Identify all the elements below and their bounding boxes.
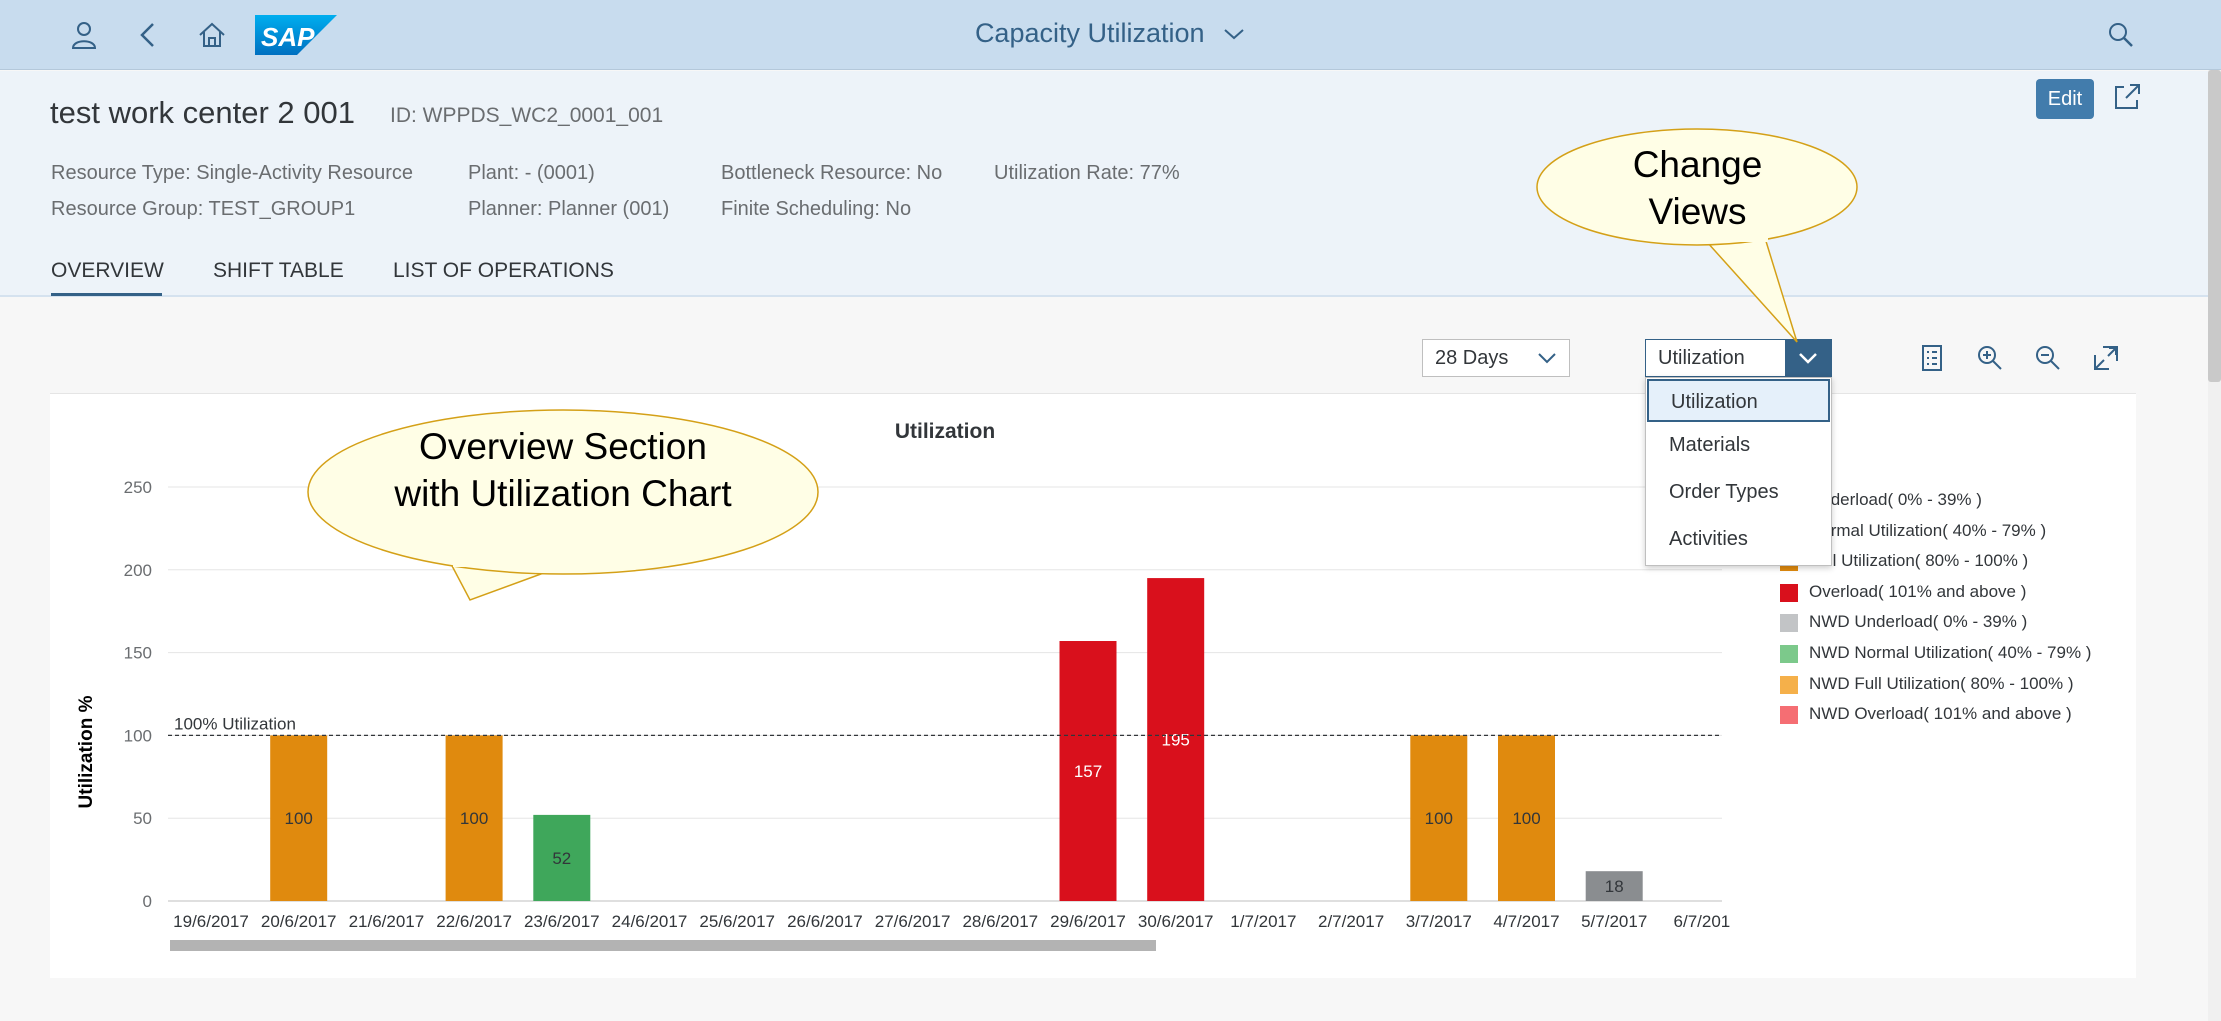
bar-value-label: 100: [1425, 809, 1453, 828]
chevron-down-icon[interactable]: [1222, 26, 1246, 42]
x-tick-label: 1/7/2017: [1230, 912, 1296, 931]
bar-value-label: 18: [1605, 877, 1624, 896]
edit-button[interactable]: Edit: [2036, 79, 2094, 119]
tab-overview[interactable]: OVERVIEW: [51, 259, 164, 283]
page-scrollbar-thumb[interactable]: [2208, 70, 2221, 382]
x-tick-label: 25/6/2017: [699, 912, 775, 931]
bar-value-label: 100: [460, 809, 488, 828]
days-select[interactable]: 28 Days: [1422, 339, 1570, 377]
x-tick-label: 21/6/2017: [349, 912, 425, 931]
chart-scrollbar[interactable]: [170, 940, 1156, 951]
chevron-down-icon: [1538, 353, 1556, 364]
chevron-down-icon[interactable]: [1785, 340, 1831, 376]
y-tick-label: 200: [124, 561, 152, 580]
x-tick-label: 2/7/2017: [1318, 912, 1384, 931]
attr-planner: Planner: Planner (001): [468, 198, 670, 220]
bar-value-label: 100: [1512, 809, 1540, 828]
view-dropdown: Utilization Materials Order Types Activi…: [1645, 377, 1832, 566]
bar-value-label: 157: [1074, 762, 1102, 781]
tab-underline: [51, 293, 162, 296]
y-tick-label: 50: [133, 809, 152, 828]
legend-swatch: [1780, 675, 1798, 694]
home-icon[interactable]: [191, 14, 233, 56]
legend-swatch: [1780, 583, 1798, 602]
attr-resource-type: Resource Type: Single-Activity Resource: [51, 162, 414, 184]
y-axis-label: Utilization %: [76, 695, 97, 808]
y-tick-label: 0: [143, 892, 152, 911]
legend-label: NWD Underload( 0% - 39% ): [1809, 612, 2028, 632]
legend-label: NWD Normal Utilization( 40% - 79% ): [1809, 643, 2092, 662]
x-tick-label: 28/6/2017: [962, 912, 1038, 931]
svg-text:SAP: SAP: [261, 22, 315, 52]
days-select-value: 28 Days: [1435, 347, 1509, 369]
legend-label: NWD Full Utilization( 80% - 100% ): [1809, 673, 2074, 693]
legend-label: Normal Utilization( 40% - 79% ): [1809, 520, 2047, 540]
x-tick-label: 5/7/2017: [1581, 912, 1647, 931]
zoom-out-icon[interactable]: [2030, 340, 2066, 376]
x-tick-label: 22/6/2017: [436, 912, 512, 931]
attr-utilization-rate: Utilization Rate: 77%: [994, 162, 1180, 184]
shell-bar: SAP Capacity Utilization: [0, 0, 2221, 70]
x-tick-label: 4/7/2017: [1493, 912, 1559, 931]
legend-swatch: [1780, 614, 1798, 633]
callout-change-views-text: Change Views: [1632, 144, 1763, 233]
tab-shift-table[interactable]: SHIFT TABLE: [213, 259, 344, 283]
sap-logo: SAP: [255, 15, 337, 55]
x-tick-label: 29/6/2017: [1050, 912, 1126, 931]
dropdown-item-utilization[interactable]: Utilization: [1647, 379, 1830, 422]
object-id: ID: WPPDS_WC2_0001_001: [390, 104, 664, 127]
x-tick-label: 23/6/2017: [524, 912, 600, 931]
legend-label: Overload( 101% and above ): [1809, 581, 2027, 601]
dropdown-item-materials[interactable]: Materials: [1647, 424, 1830, 467]
x-tick-label: 20/6/2017: [261, 912, 337, 931]
attr-bottleneck: Bottleneck Resource: No: [721, 162, 943, 184]
y-tick-label: 100: [124, 726, 152, 745]
attr-resource-group: Resource Group: TEST_GROUP1: [51, 198, 356, 220]
x-tick-label: 26/6/2017: [787, 912, 863, 931]
zoom-in-icon[interactable]: [1972, 340, 2008, 376]
legend-label: NWD Overload( 101% and above ): [1809, 704, 2072, 724]
attr-plant: Plant: - (0001): [468, 162, 595, 184]
dropdown-item-activities[interactable]: Activities: [1647, 518, 1830, 561]
x-tick-label: 19/6/2017: [173, 912, 249, 931]
legend-icon[interactable]: [1914, 340, 1950, 376]
bar-value-label: 195: [1162, 731, 1190, 750]
user-icon[interactable]: [63, 14, 105, 56]
y-tick-label: 150: [124, 644, 152, 663]
app-title[interactable]: Capacity Utilization: [975, 18, 1205, 48]
callout-overview-text: Overview Section with Utilization Chart: [394, 426, 732, 515]
view-select[interactable]: Utilization: [1645, 339, 1832, 377]
bar-value-label: 52: [552, 849, 571, 868]
legend-label: Full Utilization( 80% - 100% ): [1809, 551, 2029, 571]
fullscreen-icon[interactable]: [2088, 340, 2124, 376]
reference-line-label: 100% Utilization: [174, 714, 296, 733]
share-icon[interactable]: [2112, 81, 2148, 117]
search-icon[interactable]: [2100, 14, 2142, 56]
tab-list-of-operations[interactable]: LIST OF OPERATIONS: [393, 259, 614, 283]
view-select-value: Utilization: [1658, 347, 1745, 369]
page-title: test work center 2 001: [50, 95, 355, 130]
legend-swatch: [1780, 706, 1798, 725]
y-tick-label: 250: [124, 478, 152, 497]
x-tick-label: 30/6/2017: [1138, 912, 1214, 931]
dropdown-item-order-types[interactable]: Order Types: [1647, 471, 1830, 514]
bar-value-label: 100: [285, 809, 313, 828]
x-tick-label: 3/7/2017: [1406, 912, 1472, 931]
legend-swatch: [1780, 645, 1798, 663]
legend-label: Underload( 0% - 39% ): [1809, 490, 1982, 509]
x-tick-label: 27/6/2017: [875, 912, 951, 931]
attr-finite-scheduling: Finite Scheduling: No: [721, 198, 912, 220]
x-tick-label: 6/7/201: [1674, 912, 1731, 931]
back-icon[interactable]: [127, 14, 169, 56]
chart-title: Utilization: [895, 420, 995, 443]
x-tick-label: 24/6/2017: [612, 912, 688, 931]
